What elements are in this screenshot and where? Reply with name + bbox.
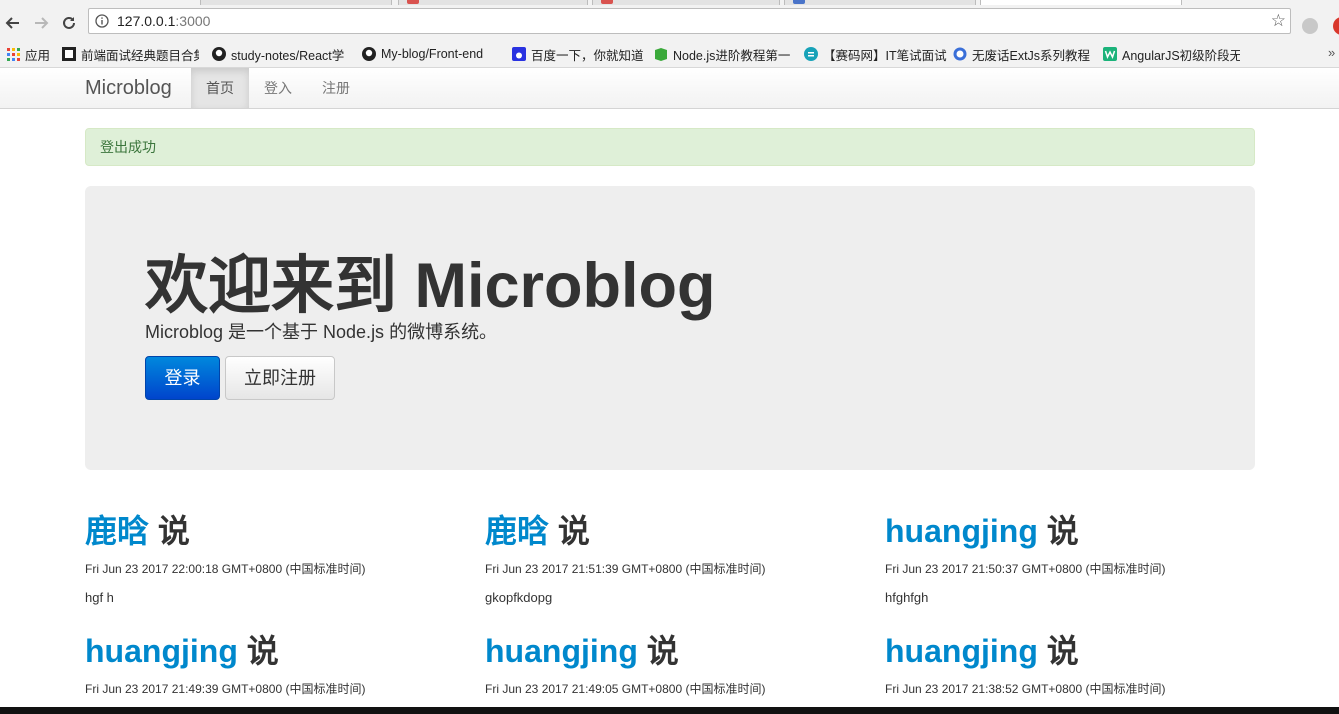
post-content: hgf h (85, 590, 114, 605)
post-card: 鹿晗 说 Fri Jun 23 2017 21:51:39 GMT+0800 (… (485, 511, 865, 605)
bookmark-label: 【赛码网】IT笔试面试 (823, 48, 947, 63)
post-says: 说 (1046, 633, 1079, 669)
url-text: 127.0.0.1:3000 (117, 13, 210, 29)
bookmark-item[interactable]: AngularJS初级阶段无 (1103, 45, 1240, 63)
bookmark-item[interactable]: Node.js进阶教程第一 (654, 45, 790, 63)
post-content: hfghfgh (885, 590, 929, 605)
register-button[interactable]: 立即注册 (225, 356, 335, 400)
more-bookmarks-icon[interactable]: » (1328, 45, 1335, 60)
post-card: huangjing 说 Fri Jun 23 2017 21:38:52 GMT… (885, 631, 1265, 696)
bookmark-label: 百度一下，你就知道 (531, 48, 644, 63)
reload-button[interactable] (58, 12, 80, 34)
nav-item-home[interactable]: 首页 (191, 68, 249, 108)
post-says: 说 (1046, 513, 1079, 549)
post-time: Fri Jun 23 2017 21:38:52 GMT+0800 (中国标准时… (885, 682, 1166, 696)
back-arrow-icon (5, 17, 19, 29)
post-author-link[interactable]: 鹿晗 (85, 513, 149, 549)
bookmark-label: Node.js进阶教程第一 (673, 48, 791, 63)
post-card: huangjing 说 Fri Jun 23 2017 21:50:37 GMT… (885, 511, 1265, 605)
reload-icon (63, 16, 75, 29)
post-time: Fri Jun 23 2017 21:49:39 GMT+0800 (中国标准时… (85, 682, 366, 696)
url-port: :3000 (175, 13, 211, 29)
post-heading: huangjing 说 (85, 631, 465, 671)
extension-icon[interactable] (1333, 17, 1339, 35)
post-author-link[interactable]: huangjing (485, 633, 638, 669)
browser-toolbar: 127.0.0.1:3000 ☆ (0, 5, 1339, 41)
bookmarks-bar: 应用 前端面试经典题目合集 study-notes/React学 My-blog… (0, 41, 1339, 68)
post-says: 说 (157, 513, 190, 549)
post-time: Fri Jun 23 2017 21:50:37 GMT+0800 (中国标准时… (885, 562, 1166, 576)
bookmark-item[interactable]: 【赛码网】IT笔试面试 (804, 45, 947, 63)
post-time: Fri Jun 23 2017 21:49:05 GMT+0800 (中国标准时… (485, 682, 766, 696)
post-author-link[interactable]: huangjing (85, 633, 238, 669)
post-heading: huangjing 说 (885, 511, 1265, 551)
brand-logo[interactable]: Microblog (85, 77, 172, 100)
hero-jumbotron: 欢迎来到 Microblog Microblog 是一个基于 Node.js 的… (85, 186, 1255, 470)
post-says: 说 (646, 633, 679, 669)
bookmark-label: 无废话ExtJs系列教程 (972, 48, 1091, 63)
forward-button[interactable] (30, 12, 52, 34)
address-bar[interactable]: 127.0.0.1:3000 ☆ (88, 8, 1291, 34)
post-says: 说 (557, 513, 590, 549)
post-card: huangjing 说 Fri Jun 23 2017 21:49:39 GMT… (85, 631, 465, 696)
hero-title: 欢迎来到 Microblog (145, 251, 716, 321)
forward-arrow-icon (35, 17, 49, 29)
post-card: 鹿晗 说 Fri Jun 23 2017 22:00:18 GMT+0800 (… (85, 511, 465, 605)
bookmark-label: 应用 (25, 48, 51, 63)
login-button[interactable]: 登录 (145, 356, 220, 400)
bookmark-label: 前端面试经典题目合集 (81, 48, 199, 63)
post-heading: 鹿晗 说 (85, 511, 465, 551)
w-icon (1103, 47, 1117, 61)
success-alert: 登出成功 (85, 128, 1255, 166)
post-time: Fri Jun 23 2017 21:51:39 GMT+0800 (中国标准时… (485, 562, 766, 576)
info-icon[interactable] (95, 14, 109, 28)
bookmark-page-icon (62, 47, 76, 61)
post-time: Fri Jun 23 2017 22:00:18 GMT+0800 (中国标准时… (85, 562, 366, 576)
nav-item-login[interactable]: 登入 (249, 68, 307, 108)
bookmark-label: My-blog/Front-end (381, 47, 484, 61)
bookmark-star-icon[interactable]: ☆ (1271, 11, 1286, 31)
bookmark-item[interactable]: My-blog/Front-end (362, 45, 483, 63)
site-navbar: Microblog 首页 登入 注册 (0, 68, 1339, 109)
github-icon (212, 47, 226, 61)
nav-item-register[interactable]: 注册 (307, 68, 365, 108)
post-heading: huangjing 说 (485, 631, 865, 671)
post-author-link[interactable]: huangjing (885, 633, 1038, 669)
bookmark-label: study-notes/React学 (231, 48, 345, 63)
tab-favicon (407, 0, 419, 4)
extjs-icon (953, 47, 967, 61)
url-host: 127.0.0.1 (117, 13, 176, 29)
post-heading: huangjing 说 (885, 631, 1265, 671)
post-author-link[interactable]: 鹿晗 (485, 513, 549, 549)
apps-grid-icon (6, 47, 20, 61)
post-content: gkopfkdopg (485, 590, 553, 605)
bookmark-item[interactable]: 前端面试经典题目合集 (62, 45, 199, 63)
bookmark-item[interactable]: 百度一下，你就知道 (512, 45, 644, 63)
bookmark-item[interactable]: 应用 (6, 45, 50, 63)
post-card: huangjing 说 Fri Jun 23 2017 21:49:05 GMT… (485, 631, 865, 696)
os-taskbar (0, 707, 1339, 714)
saima-icon (804, 47, 818, 61)
back-button[interactable] (2, 12, 24, 34)
angular-extension-icon[interactable] (1302, 18, 1318, 34)
tab-favicon (793, 0, 805, 4)
bookmark-item[interactable]: study-notes/React学 (212, 45, 344, 63)
tab-favicon (601, 0, 613, 4)
github-icon (362, 47, 376, 61)
bookmark-green-icon (654, 47, 668, 61)
baidu-paw-icon (512, 47, 526, 61)
bookmark-label: AngularJS初级阶段无 (1122, 48, 1240, 63)
bookmark-item[interactable]: 无废话ExtJs系列教程 (953, 45, 1090, 63)
post-heading: 鹿晗 说 (485, 511, 865, 551)
post-author-link[interactable]: huangjing (885, 513, 1038, 549)
post-says: 说 (246, 633, 279, 669)
hero-subtitle: Microblog 是一个基于 Node.js 的微博系统。 (145, 322, 498, 342)
